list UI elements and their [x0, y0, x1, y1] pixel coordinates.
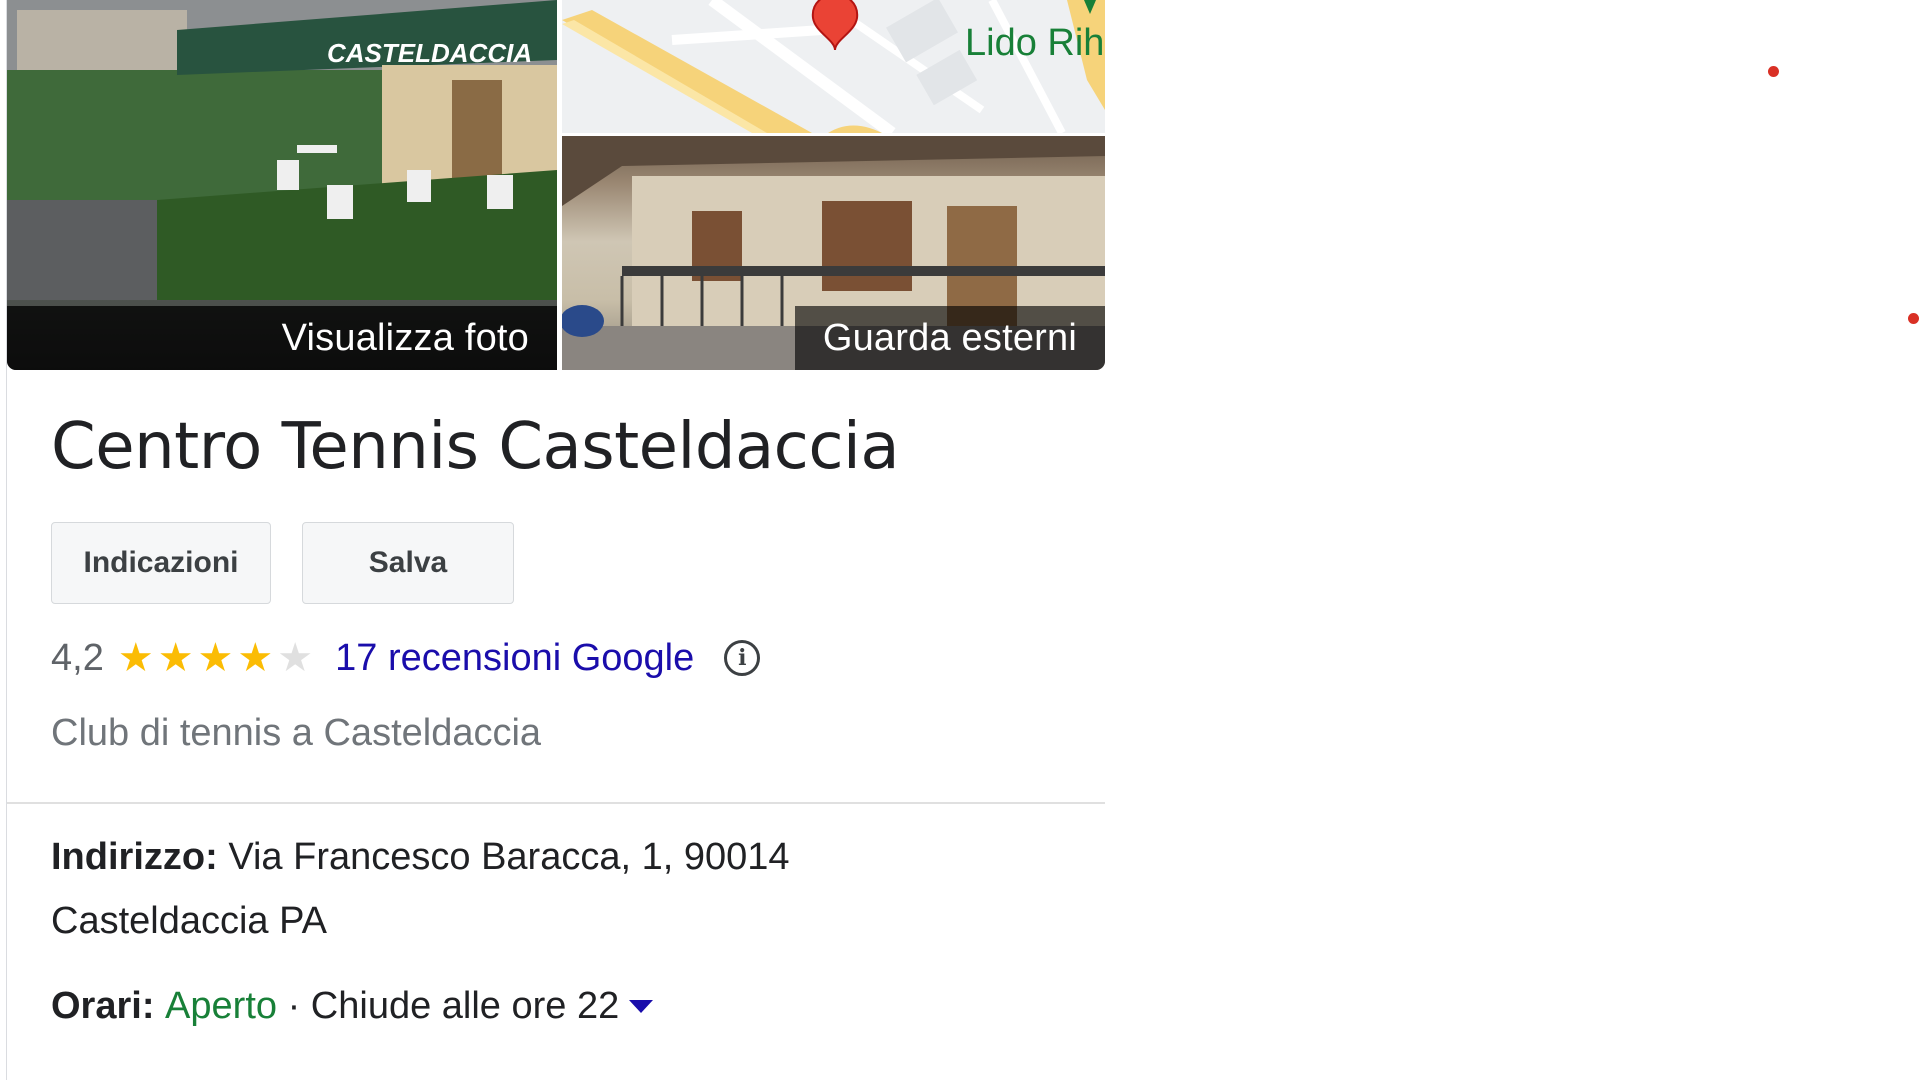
view-photos-label[interactable]: Visualizza foto	[7, 306, 557, 370]
hours-label: Orari:	[51, 985, 155, 1027]
star-filled-icon: ★	[237, 636, 274, 680]
rating-row: 4,2 ★ ★ ★ ★ ★ 17 recensioni Google i	[51, 632, 761, 684]
address-line1[interactable]: Via Francesco Baracca, 1, 90014	[228, 836, 789, 878]
hours-row: Orari: Aperto · Chiude alle ore 22	[51, 985, 654, 1028]
save-button[interactable]: Salva	[302, 522, 514, 604]
divider	[7, 802, 1105, 804]
place-category: Club di tennis a Casteldaccia	[51, 712, 542, 754]
sign-text: CASTELDACCIA	[327, 38, 532, 68]
hours-close[interactable]: Chiude alle ore 22	[311, 985, 619, 1028]
map-tile[interactable]: Lido Rih	[562, 0, 1105, 133]
info-icon[interactable]: i	[724, 640, 761, 676]
red-dot-marker	[1768, 66, 1779, 77]
street-view-tile[interactable]: Guarda esterni	[562, 136, 1105, 370]
address-row: Indirizzo: Via Francesco Baracca, 1, 900…	[51, 836, 790, 879]
hours-separator: ·	[287, 985, 301, 1027]
address-line2[interactable]: Casteldaccia PA	[51, 900, 327, 943]
map-place-label: Lido Rih	[965, 22, 1105, 64]
rating-value: 4,2	[51, 636, 104, 679]
star-filled-icon: ★	[197, 636, 234, 680]
place-title: Centro Tennis Casteldaccia	[51, 410, 900, 484]
photos-tile[interactable]: CASTELDACCIA Visualizza foto	[7, 0, 557, 370]
rating-stars: ★ ★ ★ ★ ★	[118, 638, 313, 678]
location-marker-icon	[811, 0, 859, 51]
star-filled-icon: ★	[157, 636, 194, 680]
star-filled-icon: ★	[117, 636, 154, 680]
view-exterior-label[interactable]: Guarda esterni	[794, 306, 1105, 370]
chevron-down-icon[interactable]	[629, 1000, 654, 1013]
address-label: Indirizzo:	[51, 836, 218, 878]
star-empty-icon: ★	[277, 636, 314, 680]
knowledge-panel: CASTELDACCIA Visualizza foto Lido Rih Gu…	[6, 0, 1105, 1080]
directions-button[interactable]: Indicazioni	[51, 522, 271, 604]
map-poi-icon	[1084, 0, 1096, 14]
red-dot-marker	[1908, 313, 1919, 324]
hours-status: Aperto	[165, 985, 278, 1027]
reviews-link[interactable]: 17 recensioni Google	[335, 637, 694, 680]
